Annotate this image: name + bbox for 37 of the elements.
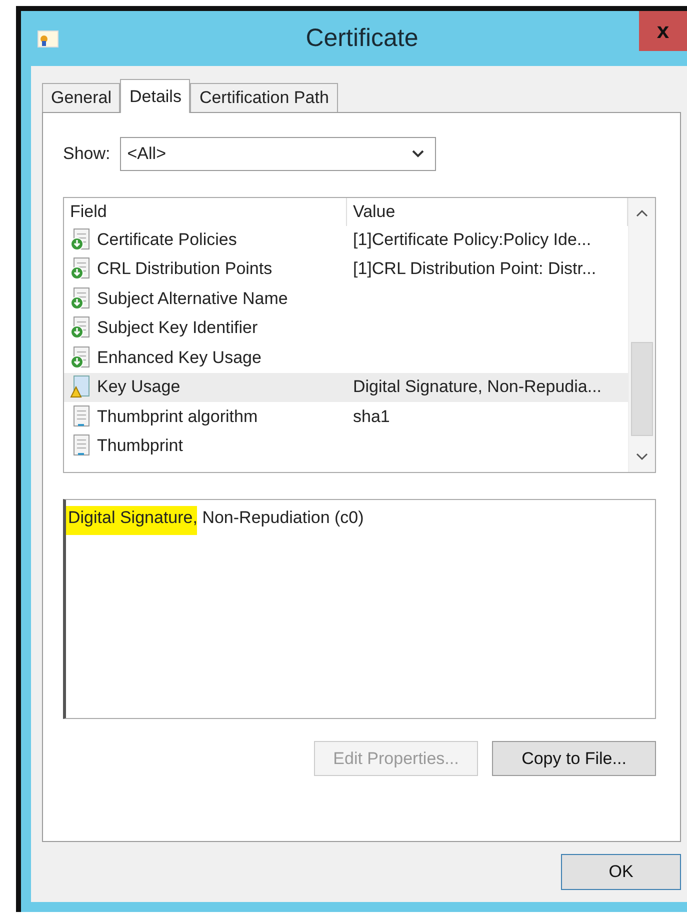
field-row[interactable]: Thumbprint algorithm sha1 (64, 402, 628, 432)
detail-text: Digital Signature, Non-Repudiation (c0) (66, 506, 364, 535)
close-button[interactable]: x (639, 11, 687, 51)
field-row[interactable]: Thumbprint (64, 432, 628, 461)
scroll-down-icon (635, 452, 649, 462)
field-name: Subject Alternative Name (97, 288, 288, 309)
field-row[interactable]: Subject Alternative Name (64, 284, 628, 314)
certificate-icon (37, 28, 59, 48)
field-name: Thumbprint algorithm (97, 406, 258, 427)
show-dropdown[interactable]: <All> (120, 137, 436, 171)
field-name: Thumbprint (97, 436, 183, 456)
field-row[interactable]: CRL Distribution Points [1]CRL Distribution Point: Distr... (64, 254, 628, 284)
field-row[interactable]: Subject Key Identifier (64, 314, 628, 343)
field-row[interactable]: Enhanced Key Usage (64, 343, 628, 372)
column-header[interactable]: Field (64, 198, 347, 226)
field-name: CRL Distribution Points (97, 259, 272, 280)
field-name: Subject Key Identifier (97, 318, 258, 338)
scrollbar[interactable] (628, 198, 655, 472)
field-name: Key Usage (97, 377, 180, 398)
tab[interactable]: General (42, 83, 120, 112)
tab[interactable]: Details (120, 79, 190, 113)
field-row[interactable]: Key Usage Digital Signature, Non-Repudia... (64, 372, 628, 402)
field-value: sha1 (352, 406, 391, 427)
scroll-up-icon (635, 208, 649, 218)
chevron-down-icon (411, 149, 426, 159)
field-name: Certificate Policies (97, 230, 237, 250)
ok-button[interactable]: OK (561, 854, 681, 890)
field-value: Digital Signature, Non-Repudia... (352, 377, 603, 398)
field-name: Enhanced Key Usage (97, 348, 262, 368)
tab[interactable]: Certification Path (190, 83, 338, 112)
dialog-button[interactable]: Copy to File... (492, 741, 656, 776)
show-label: Show: (63, 144, 110, 164)
detail-box[interactable]: Digital Signature, Non-Repudiation (c0) (63, 499, 656, 719)
field-row[interactable]: Certificate Policies [1]Certificate Policy:Policy Ide... (64, 225, 628, 254)
window-title: Certificate (304, 24, 420, 53)
field-value: [1]Certificate Policy:Policy Ide... (352, 230, 592, 250)
field-value: [1]CRL Distribution Point: Distr... (352, 259, 598, 280)
